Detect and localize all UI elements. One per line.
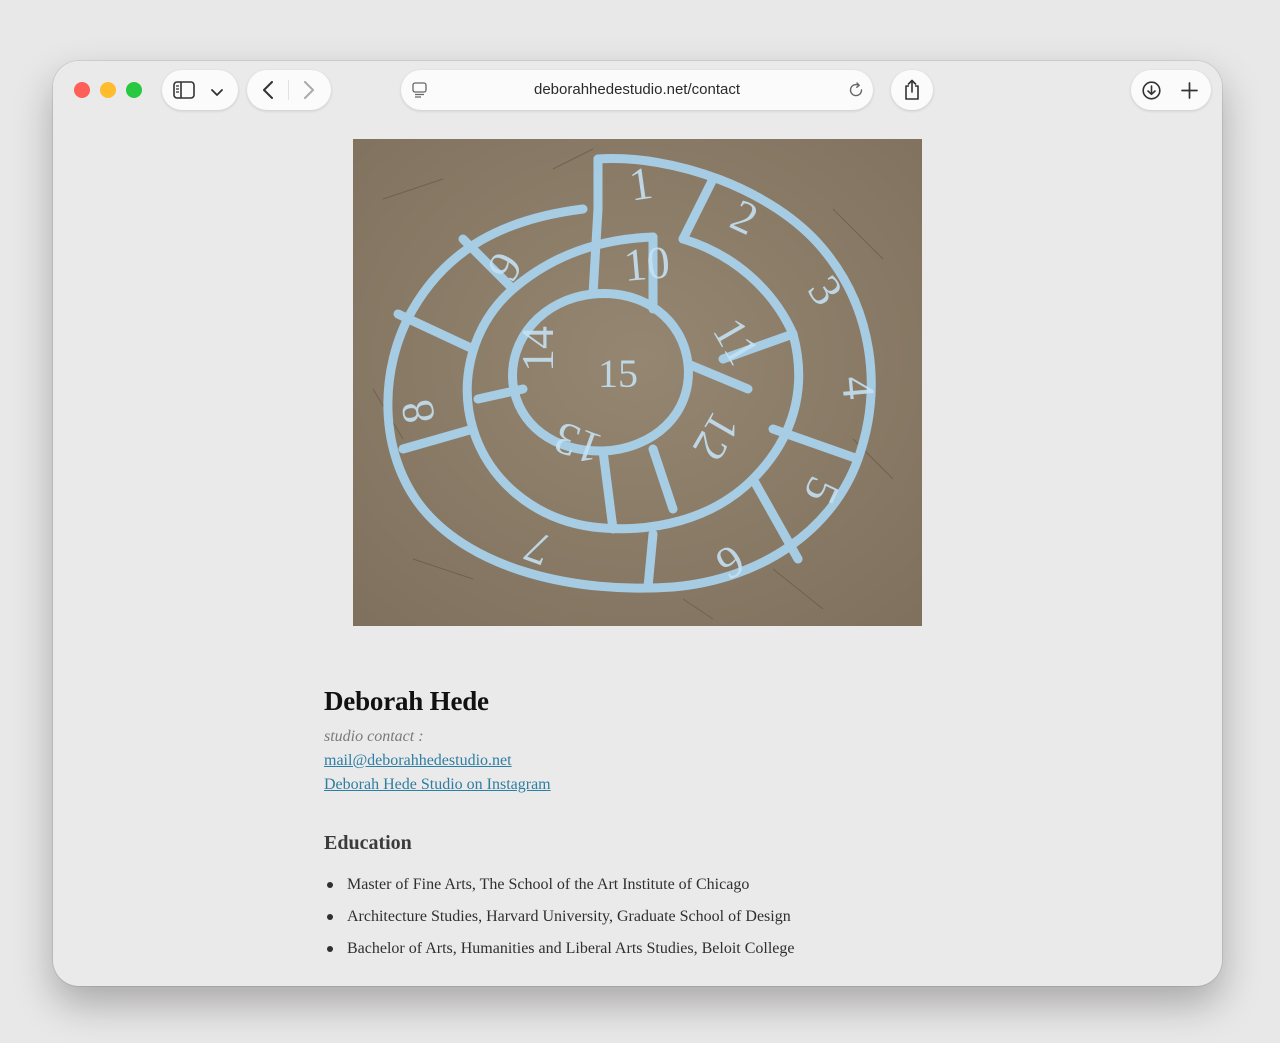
downloads-icon[interactable]	[1142, 81, 1161, 105]
education-list: Master of Fine Arts, The School of the A…	[324, 875, 1024, 971]
education-item-text: Master of Fine Arts, The School of the A…	[347, 876, 750, 893]
url-text[interactable]: deborahhedestudio.net/contact	[401, 81, 873, 98]
sidebar-icon[interactable]	[173, 81, 195, 104]
contact-section: Deborah Hede studio contact : mail@debor…	[324, 686, 1024, 971]
svg-text:4: 4	[832, 374, 885, 401]
list-item: Bachelor of Arts, Humanities and Liberal…	[324, 939, 1024, 971]
right-controls-group	[1131, 70, 1211, 110]
education-heading: Education	[324, 832, 412, 854]
bullet-icon	[327, 882, 333, 888]
svg-text:14: 14	[512, 326, 563, 372]
instagram-link[interactable]: Deborah Hede Studio on Instagram	[324, 776, 1024, 794]
navigation-group	[247, 70, 331, 110]
page-title: Deborah Hede	[324, 686, 489, 716]
reload-icon[interactable]	[848, 82, 864, 103]
education-item-text: Architecture Studies, Harvard University…	[347, 908, 791, 925]
sidebar-toggle-group	[162, 70, 238, 110]
hero-image: 1 2 3 4 5 6 7 8 9 10 11 12 13 14 15	[353, 139, 922, 626]
address-bar[interactable]: deborahhedestudio.net/contact	[401, 70, 873, 110]
email-link[interactable]: mail@deborahhedestudio.net	[324, 752, 1024, 770]
share-button[interactable]	[891, 70, 933, 110]
studio-contact-label: studio contact :	[324, 728, 424, 745]
browser-toolbar: deborahhedestudio.net/contact	[53, 61, 1222, 121]
education-item-text: Bachelor of Arts, Humanities and Liberal…	[347, 940, 795, 957]
list-item: Master of Fine Arts, The School of the A…	[324, 875, 1024, 907]
svg-text:10: 10	[622, 236, 672, 291]
new-tab-icon[interactable]	[1181, 82, 1198, 104]
list-item: Architecture Studies, Harvard University…	[324, 907, 1024, 939]
chalk-hopscotch-image: 1 2 3 4 5 6 7 8 9 10 11 12 13 14 15	[353, 139, 922, 626]
chevron-down-icon[interactable]	[211, 85, 223, 103]
bullet-icon	[327, 914, 333, 920]
back-icon[interactable]	[262, 81, 274, 104]
nav-divider	[288, 80, 289, 100]
svg-text:15: 15	[598, 351, 638, 396]
minimize-window-button[interactable]	[100, 82, 116, 98]
forward-icon[interactable]	[303, 81, 315, 104]
share-icon	[903, 79, 921, 106]
zoom-window-button[interactable]	[126, 82, 142, 98]
page-content: 1 2 3 4 5 6 7 8 9 10 11 12 13 14 15 Debo…	[53, 121, 1222, 986]
browser-window: deborahhedestudio.net/contact 1 2 3 4 5 …	[53, 61, 1222, 986]
close-window-button[interactable]	[74, 82, 90, 98]
bullet-icon	[327, 946, 333, 952]
